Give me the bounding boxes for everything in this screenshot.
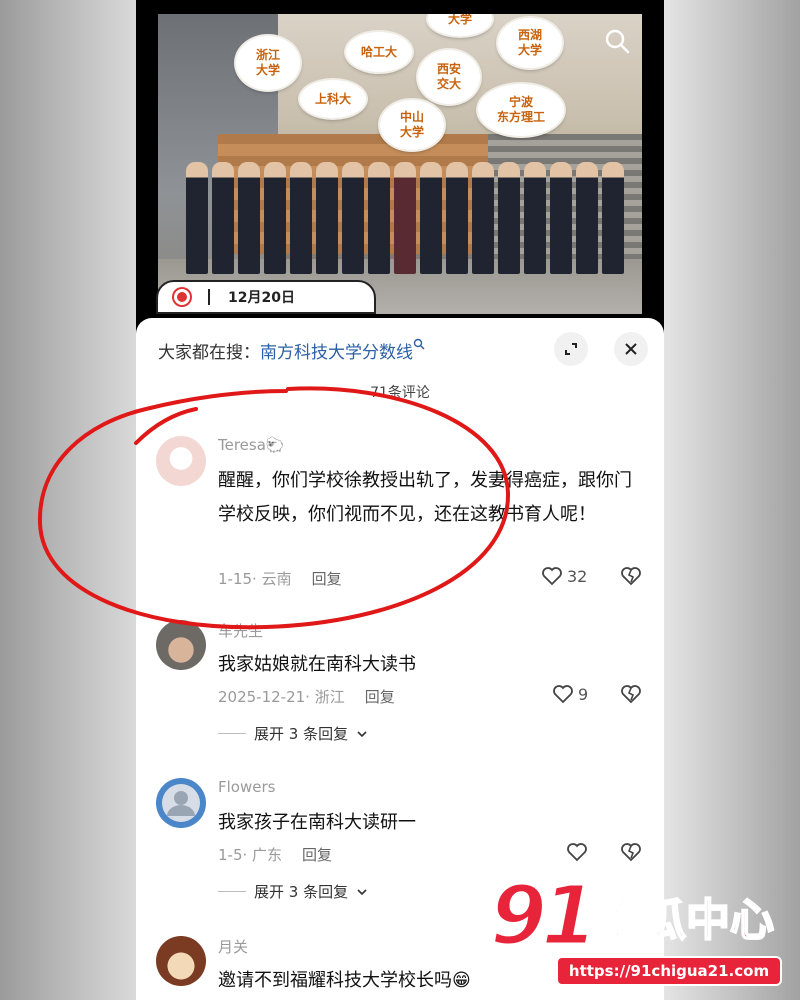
- comment-item: 车先生 我家姑娘就在南科大读书 2025-12-21· 浙江 回复 9 展开 3 …: [156, 620, 646, 750]
- comment-text: 我家孩子在南科大读研一: [218, 812, 416, 833]
- avatar[interactable]: [156, 936, 206, 986]
- thought-bubble: 上科大: [300, 80, 366, 118]
- like-button[interactable]: 9: [552, 684, 588, 704]
- person: [316, 162, 338, 274]
- like-count: 32: [567, 566, 588, 586]
- broken-heart-icon[interactable]: [620, 842, 642, 862]
- person: [524, 162, 546, 274]
- comment-date-location: 1-5· 广东: [218, 846, 283, 864]
- person: [342, 162, 364, 274]
- person: [238, 162, 260, 274]
- comment-text: 我家姑娘就在南科大读书: [218, 654, 416, 675]
- thought-bubble: 哈工大: [346, 32, 412, 72]
- expand-replies-label: 展开 3 条回复: [254, 725, 349, 743]
- avatar[interactable]: [156, 620, 206, 670]
- reply-button[interactable]: 回复: [302, 846, 332, 864]
- thought-bubble: 宁波 东方理工: [478, 84, 564, 136]
- person: [602, 162, 624, 274]
- avatar[interactable]: [156, 778, 206, 828]
- heart-icon: [542, 567, 562, 586]
- thought-bubble: 中山 大学: [380, 100, 444, 150]
- search-link[interactable]: 南方科技大学分数线: [260, 343, 413, 363]
- broken-heart-icon[interactable]: [620, 684, 642, 704]
- expand-button[interactable]: [554, 332, 588, 366]
- date-label: 12月20日: [228, 290, 295, 306]
- right-blur-background: [664, 0, 800, 1000]
- trending-search[interactable]: 大家都在搜：南方科技大学分数线: [158, 338, 425, 363]
- close-icon: [625, 343, 637, 355]
- small-search-icon: [413, 338, 425, 350]
- person: [264, 162, 286, 274]
- divider: [218, 891, 246, 892]
- person: [186, 162, 208, 274]
- expand-icon: [565, 343, 577, 355]
- expand-replies-button[interactable]: 展开 3 条回复: [218, 723, 368, 744]
- watermark-number: 91: [488, 869, 599, 964]
- like-button[interactable]: [566, 842, 588, 862]
- comment-date-location: 1-15· 云南: [218, 570, 292, 588]
- search-icon[interactable]: [604, 28, 630, 54]
- expand-replies-button[interactable]: 展开 3 条回复: [218, 881, 368, 902]
- search-prefix: 大家都在搜：: [158, 343, 260, 363]
- watermark: 91 吃瓜中心 https://91chigua21.com: [488, 869, 790, 992]
- comment-date-location: 2025-12-21· 浙江: [218, 688, 345, 706]
- person: [498, 162, 520, 274]
- reply-button[interactable]: 回复: [312, 570, 342, 588]
- phone-screen: 浙江 大学 哈工大 大学 西湖 大学 上科大 西安 交大 中山 大学 宁波 东方…: [136, 0, 664, 1000]
- comment-meta: 1-15· 云南 回复: [218, 568, 342, 589]
- broken-heart-icon[interactable]: [620, 566, 642, 586]
- like-button[interactable]: 32: [541, 566, 587, 586]
- heart-icon: [553, 685, 573, 704]
- heart-icon: [567, 843, 587, 862]
- person: [576, 162, 598, 274]
- person: [212, 162, 234, 274]
- group-photo: 浙江 大学 哈工大 大学 西湖 大学 上科大 西安 交大 中山 大学 宁波 东方…: [158, 14, 642, 314]
- thought-bubble: 浙江 大学: [236, 36, 300, 90]
- person: [446, 162, 468, 274]
- watermark-url: https://91chigua21.com: [556, 956, 782, 986]
- person: [290, 162, 312, 274]
- comment-username[interactable]: Flowers: [218, 778, 275, 796]
- default-avatar-icon: [162, 784, 200, 822]
- person: [368, 162, 390, 274]
- thought-bubble: 西湖 大学: [498, 18, 562, 68]
- reply-button[interactable]: 回复: [365, 688, 395, 706]
- location-pin-icon: [174, 289, 190, 305]
- comment-username[interactable]: Teresa🐑: [218, 436, 285, 454]
- divider: [208, 289, 210, 305]
- person: [472, 162, 494, 274]
- person: [550, 162, 572, 274]
- chevron-down-icon: [357, 888, 367, 895]
- location-date-pill: 12月20日: [156, 280, 376, 314]
- thought-bubble: 大学: [428, 14, 492, 36]
- comment-item: Teresa🐑 醒醒，你们学校徐教授出轨了，发妻得癌症，跟你门学校反映，你们视而…: [156, 436, 646, 596]
- comment-username[interactable]: 月关: [218, 936, 248, 957]
- comment-meta: 1-5· 广东 回复: [218, 844, 332, 865]
- comment-count: 71条评论: [370, 385, 430, 401]
- close-button[interactable]: [614, 332, 648, 366]
- like-count: 9: [578, 684, 589, 704]
- avatar[interactable]: [156, 436, 206, 486]
- person: [394, 162, 416, 274]
- divider: [218, 733, 246, 734]
- comment-username[interactable]: 车先生: [218, 620, 263, 641]
- chevron-down-icon: [357, 730, 367, 737]
- left-blur-background: [0, 0, 136, 1000]
- people-group: [186, 154, 626, 274]
- thought-bubble: 西安 交大: [418, 50, 480, 104]
- person: [420, 162, 442, 274]
- expand-replies-label: 展开 3 条回复: [254, 883, 349, 901]
- comment-text: 醒醒，你们学校徐教授出轨了，发妻得癌症，跟你门学校反映，你们视而不见，还在这教书…: [218, 470, 632, 525]
- watermark-name: 吃瓜中心: [597, 895, 775, 947]
- comment-meta: 2025-12-21· 浙江 回复: [218, 686, 395, 707]
